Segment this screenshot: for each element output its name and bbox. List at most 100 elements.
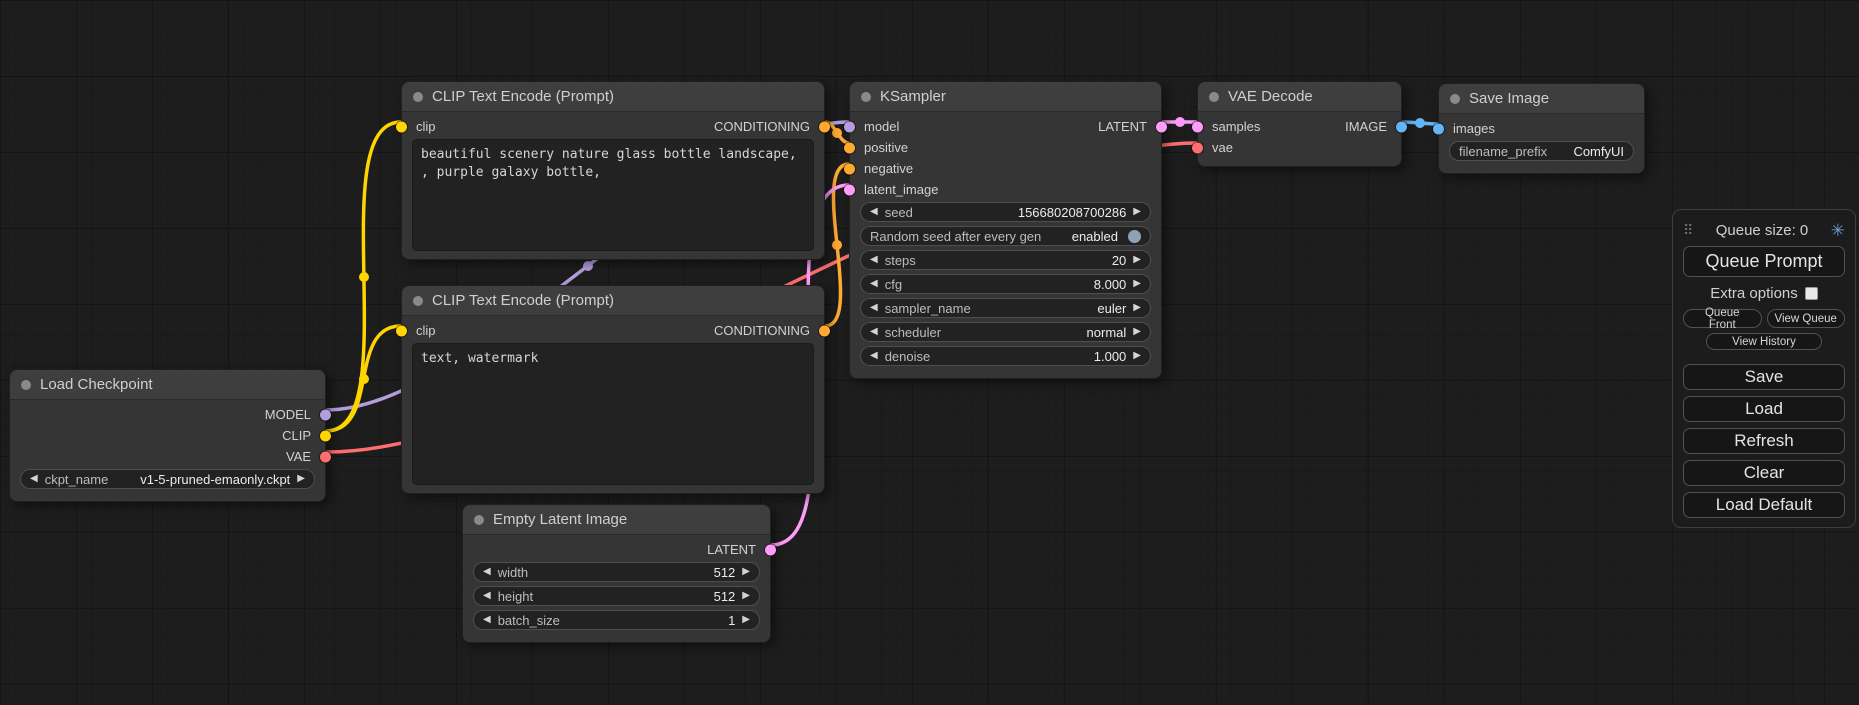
- queue-front-button[interactable]: Queue Front: [1683, 309, 1762, 328]
- port-images-input[interactable]: [1433, 123, 1444, 134]
- widget-batch-size[interactable]: ◀ batch_size 1 ▶: [473, 610, 760, 630]
- widget-denoise[interactable]: ◀ denoise 1.000 ▶: [860, 346, 1151, 366]
- widget-random-seed-toggle[interactable]: Random seed after every gen enabled: [860, 226, 1151, 246]
- collapse-dot-icon[interactable]: [474, 515, 484, 525]
- view-history-button[interactable]: View History: [1706, 333, 1823, 350]
- node-graph-canvas[interactable]: Load Checkpoint MODEL CLIP VAE ◀ ckpt_na…: [0, 0, 1859, 705]
- widget-label: steps: [885, 253, 916, 268]
- node-title-bar[interactable]: CLIP Text Encode (Prompt): [402, 82, 824, 112]
- slot-row: LATENT: [463, 539, 770, 560]
- port-negative-input[interactable]: [844, 163, 855, 174]
- load-button[interactable]: Load: [1683, 396, 1845, 422]
- slot-label-conditioning: CONDITIONING: [714, 119, 810, 134]
- widget-label: height: [498, 589, 533, 604]
- collapse-dot-icon[interactable]: [861, 92, 871, 102]
- widget-value: 156680208700286: [1018, 205, 1126, 220]
- widget-cfg[interactable]: ◀ cfg 8.000 ▶: [860, 274, 1151, 294]
- settings-gear-icon[interactable]: ✳: [1831, 222, 1845, 239]
- negative-prompt-textarea[interactable]: text, watermark: [412, 343, 814, 485]
- port-conditioning-output[interactable]: [819, 121, 830, 132]
- port-model-output[interactable]: [320, 409, 331, 420]
- port-conditioning-output[interactable]: [819, 325, 830, 336]
- view-queue-button[interactable]: View Queue: [1767, 309, 1846, 328]
- node-title-bar[interactable]: Save Image: [1439, 84, 1644, 114]
- increment-arrow-icon[interactable]: ▶: [742, 567, 750, 577]
- widget-label: cfg: [885, 277, 902, 292]
- widget-ckpt-name[interactable]: ◀ ckpt_name v1-5-pruned-emaonly.ckpt ▶: [20, 469, 315, 489]
- port-latent-output[interactable]: [1156, 121, 1167, 132]
- widget-scheduler[interactable]: ◀ scheduler normal ▶: [860, 322, 1151, 342]
- slot-row: negative: [850, 158, 1161, 179]
- node-ksampler[interactable]: KSampler model LATENT positive negative …: [849, 81, 1162, 379]
- widget-value: v1-5-pruned-emaonly.ckpt: [140, 472, 290, 487]
- decrement-arrow-icon[interactable]: ◀: [483, 615, 491, 625]
- positive-prompt-textarea[interactable]: beautiful scenery nature glass bottle la…: [412, 139, 814, 251]
- node-title-bar[interactable]: VAE Decode: [1198, 82, 1401, 112]
- node-title-bar[interactable]: Empty Latent Image: [463, 505, 770, 535]
- port-clip-input[interactable]: [396, 121, 407, 132]
- slot-row: clip CONDITIONING: [402, 116, 824, 137]
- collapse-dot-icon[interactable]: [1209, 92, 1219, 102]
- increment-arrow-icon[interactable]: ▶: [1133, 207, 1141, 217]
- increment-arrow-icon[interactable]: ▶: [1133, 351, 1141, 361]
- port-clip-output[interactable]: [320, 430, 331, 441]
- node-empty-latent-image[interactable]: Empty Latent Image LATENT ◀ width 512 ▶ …: [462, 504, 771, 643]
- decrement-arrow-icon[interactable]: ◀: [870, 279, 878, 289]
- decrement-arrow-icon[interactable]: ◀: [870, 207, 878, 217]
- node-load-checkpoint[interactable]: Load Checkpoint MODEL CLIP VAE ◀ ckpt_na…: [9, 369, 326, 502]
- node-title-bar[interactable]: CLIP Text Encode (Prompt): [402, 286, 824, 316]
- port-vae-input[interactable]: [1192, 142, 1203, 153]
- node-title: Load Checkpoint: [40, 376, 153, 393]
- collapse-dot-icon[interactable]: [413, 296, 423, 306]
- increment-arrow-icon[interactable]: ▶: [742, 591, 750, 601]
- extra-options-checkbox[interactable]: [1805, 287, 1818, 300]
- decrement-arrow-icon[interactable]: ◀: [483, 591, 491, 601]
- node-vae-decode[interactable]: VAE Decode samples IMAGE vae: [1197, 81, 1402, 167]
- widget-width[interactable]: ◀ width 512 ▶: [473, 562, 760, 582]
- decrement-arrow-icon[interactable]: ◀: [870, 255, 878, 265]
- widget-sampler-name[interactable]: ◀ sampler_name euler ▶: [860, 298, 1151, 318]
- collapse-dot-icon[interactable]: [21, 380, 31, 390]
- drag-handle-icon[interactable]: ⠿: [1683, 222, 1693, 239]
- port-latent-image-input[interactable]: [844, 184, 855, 195]
- increment-arrow-icon[interactable]: ▶: [1133, 255, 1141, 265]
- load-default-button[interactable]: Load Default: [1683, 492, 1845, 518]
- node-clip-text-encode-negative[interactable]: CLIP Text Encode (Prompt) clip CONDITION…: [401, 285, 825, 494]
- widget-seed[interactable]: ◀ seed 156680208700286 ▶: [860, 202, 1151, 222]
- node-save-image[interactable]: Save Image images filename_prefix ComfyU…: [1438, 83, 1645, 174]
- decrement-arrow-icon[interactable]: ◀: [483, 567, 491, 577]
- node-title-bar[interactable]: KSampler: [850, 82, 1161, 112]
- decrement-arrow-icon[interactable]: ◀: [30, 474, 38, 484]
- decrement-arrow-icon[interactable]: ◀: [870, 327, 878, 337]
- queue-prompt-button[interactable]: Queue Prompt: [1683, 246, 1845, 277]
- decrement-arrow-icon[interactable]: ◀: [870, 303, 878, 313]
- port-latent-output[interactable]: [765, 544, 776, 555]
- port-positive-input[interactable]: [844, 142, 855, 153]
- save-button[interactable]: Save: [1683, 364, 1845, 390]
- queue-size-label: Queue size: 0: [1693, 222, 1830, 239]
- slot-row: images: [1439, 118, 1644, 139]
- port-model-input[interactable]: [844, 121, 855, 132]
- increment-arrow-icon[interactable]: ▶: [1133, 279, 1141, 289]
- collapse-dot-icon[interactable]: [1450, 94, 1460, 104]
- node-title-bar[interactable]: Load Checkpoint: [10, 370, 325, 400]
- decrement-arrow-icon[interactable]: ◀: [870, 351, 878, 361]
- port-vae-output[interactable]: [320, 451, 331, 462]
- refresh-button[interactable]: Refresh: [1683, 428, 1845, 454]
- increment-arrow-icon[interactable]: ▶: [1133, 327, 1141, 337]
- collapse-dot-icon[interactable]: [413, 92, 423, 102]
- increment-arrow-icon[interactable]: ▶: [297, 474, 305, 484]
- increment-arrow-icon[interactable]: ▶: [1133, 303, 1141, 313]
- port-samples-input[interactable]: [1192, 121, 1203, 132]
- slot-label-vae: vae: [1212, 140, 1233, 155]
- clear-button[interactable]: Clear: [1683, 460, 1845, 486]
- widget-filename-prefix[interactable]: filename_prefix ComfyUI: [1449, 141, 1634, 161]
- port-image-output[interactable]: [1396, 121, 1407, 132]
- widget-steps[interactable]: ◀ steps 20 ▶: [860, 250, 1151, 270]
- port-clip-input[interactable]: [396, 325, 407, 336]
- node-clip-text-encode-positive[interactable]: CLIP Text Encode (Prompt) clip CONDITION…: [401, 81, 825, 260]
- increment-arrow-icon[interactable]: ▶: [742, 615, 750, 625]
- slot-row: clip CONDITIONING: [402, 320, 824, 341]
- widget-height[interactable]: ◀ height 512 ▶: [473, 586, 760, 606]
- toggle-icon[interactable]: [1128, 230, 1141, 243]
